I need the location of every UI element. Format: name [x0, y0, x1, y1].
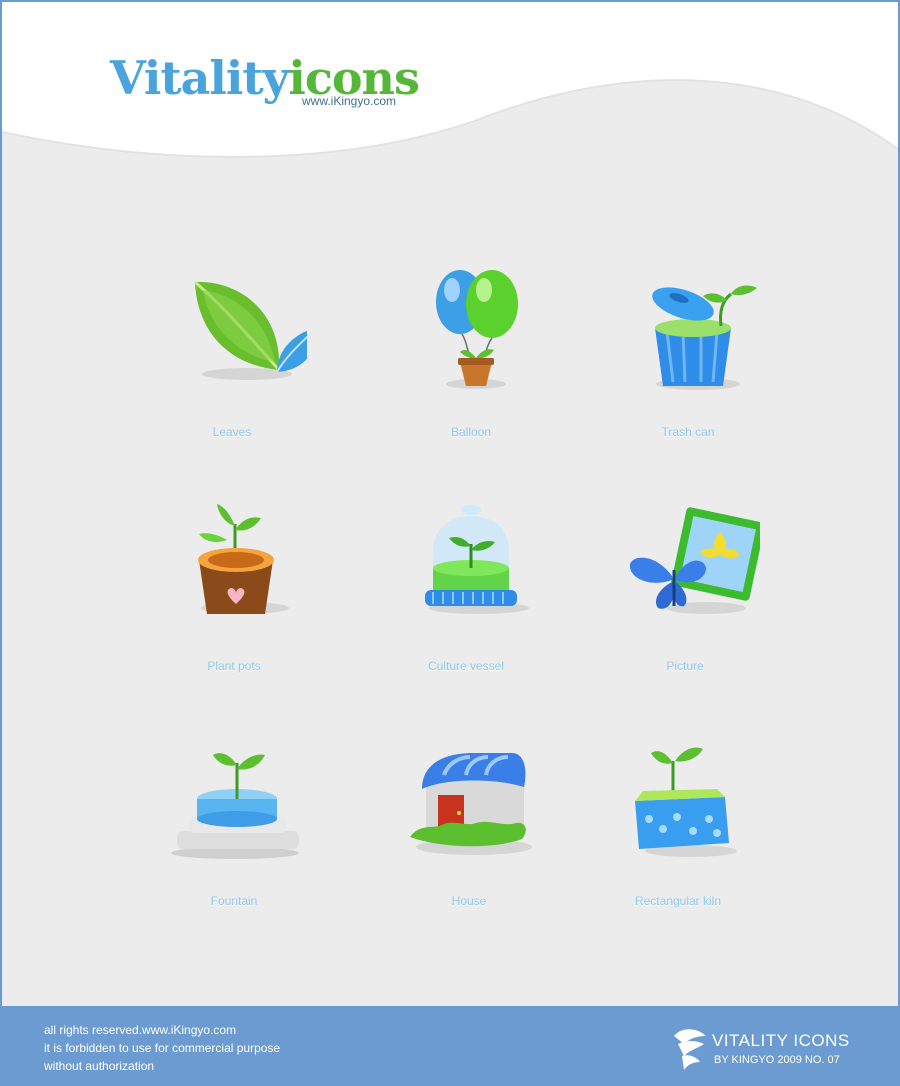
page-frame: Vitalityicons www.iKingyo.com Leaves Bal… [0, 0, 900, 1086]
icon-label-rectangular-kiln: Rectangular kiln [634, 894, 722, 908]
logo: Vitalityicons www.iKingyo.com [110, 50, 420, 108]
kingyo-logo-icon [674, 1029, 706, 1070]
footer-copyright: all rights reserved.www.iKingyo.com it i… [44, 1021, 280, 1075]
trash-can-icon [652, 285, 757, 390]
balloon-icon [436, 270, 518, 389]
icon-tile-trash-can[interactable]: Trash can [583, 270, 793, 470]
culture-vessel-icon [425, 505, 529, 614]
icon-tile-balloon[interactable]: Balloon [366, 270, 576, 470]
fountain-icon [171, 753, 299, 859]
footer-brand-title: VITALITY ICONS [712, 1031, 850, 1050]
footer-brand: VITALITY ICONS BY KINGYO 2009 NO. 07 [672, 1026, 882, 1070]
icon-tile-fountain[interactable]: Fountain [129, 739, 339, 939]
footer-line-1: all rights reserved.www.iKingyo.com [44, 1023, 237, 1037]
footer: all rights reserved.www.iKingyo.com it i… [2, 1006, 898, 1084]
logo-word-vitality: Vitality [110, 51, 289, 105]
plant-pot-icon [198, 504, 289, 614]
icon-label-culture-vessel: Culture vessel [427, 659, 505, 673]
leaves-icon [194, 280, 307, 380]
icon-label-house: House [451, 894, 487, 908]
footer-brand-subtitle: BY KINGYO 2009 NO. 07 [714, 1054, 840, 1066]
rectangular-kiln-icon [635, 747, 737, 857]
footer-line-2: it is forbidden to use for commercial pu… [44, 1041, 281, 1055]
icon-label-balloon: Balloon [450, 425, 492, 439]
icon-label-fountain: Fountain [210, 894, 258, 908]
icon-tile-culture-vessel[interactable]: Culture vessel [361, 504, 571, 704]
icon-label-leaves: Leaves [212, 425, 252, 439]
logo-url: www.iKingyo.com [302, 94, 397, 108]
icon-label-trash-can: Trash can [661, 425, 715, 439]
icon-label-plant-pots: Plant pots [207, 659, 261, 673]
icon-tile-picture[interactable]: Picture [580, 504, 790, 704]
footer-line-3: without authorization [44, 1059, 155, 1073]
icon-tile-leaves[interactable]: Leaves [127, 270, 337, 470]
house-icon [410, 753, 532, 855]
icon-tile-plant-pots[interactable]: Plant pots [129, 504, 339, 704]
icon-tile-rectangular-kiln[interactable]: Rectangular kiln [573, 739, 783, 939]
icon-label-picture: Picture [666, 659, 704, 673]
icon-tile-house[interactable]: House [364, 739, 574, 939]
picture-icon [629, 507, 760, 614]
